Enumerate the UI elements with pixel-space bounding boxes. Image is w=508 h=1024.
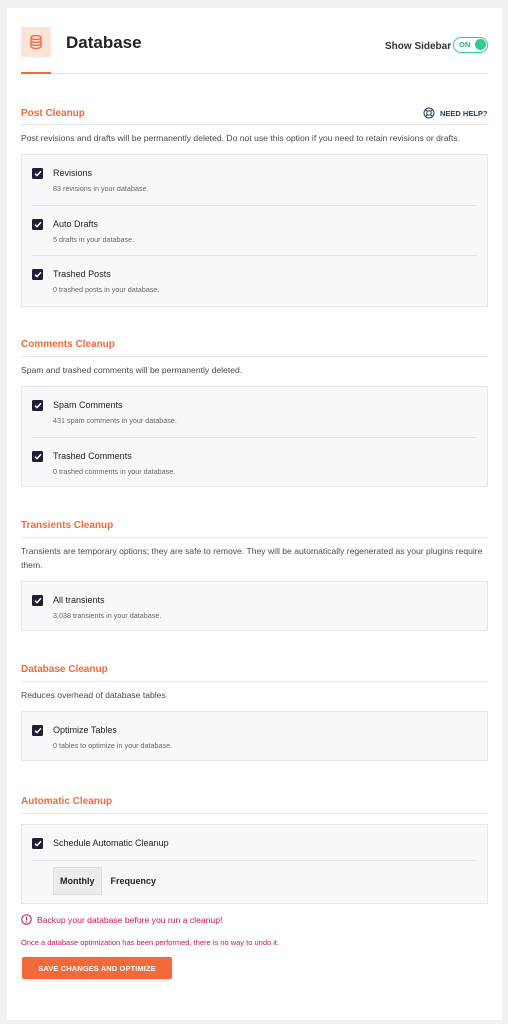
option-spam-comments: Spam Comments 431 spam comments in your … (32, 387, 477, 437)
section-description: Transients are temporary options; they a… (21, 546, 483, 570)
need-help-link[interactable]: NEED HELP? (423, 107, 488, 119)
all-transients-checkbox[interactable] (32, 595, 43, 606)
warning-text: Backup your database before you run a cl… (37, 914, 223, 925)
lifebuoy-icon (423, 107, 435, 119)
option-schedule-automatic-cleanup: Schedule Automatic Cleanup (32, 825, 477, 861)
option-count: 83 revisions in your database. (53, 184, 149, 193)
option-optimize-tables: Optimize Tables 0 tables to optimize in … (32, 712, 477, 760)
section-divider (21, 356, 488, 357)
show-sidebar-label: Show Sidebar (385, 41, 452, 52)
database-icon (21, 27, 51, 57)
section-divider (21, 124, 488, 125)
option-count: 0 tables to optimize in your database. (53, 741, 173, 750)
option-count: 0 trashed posts in your database. (53, 285, 160, 294)
option-all-transients: All transients 3,038 transients in your … (32, 582, 477, 630)
option-label: Revisions (53, 168, 93, 178)
page-title: Database (66, 33, 142, 52)
toggle-state-text: ON (459, 40, 471, 49)
option-auto-drafts: Auto Drafts 5 drafts in your database. (32, 205, 477, 255)
trashed-posts-checkbox[interactable] (32, 269, 43, 280)
header-divider (21, 73, 488, 74)
option-label: Schedule Automatic Cleanup (53, 838, 169, 848)
optimize-tables-checkbox[interactable] (32, 725, 43, 736)
auto-drafts-checkbox[interactable] (32, 219, 43, 230)
option-label: Trashed Comments (53, 451, 132, 461)
section-title-database-cleanup: Database Cleanup (21, 664, 108, 675)
option-label: Spam Comments (53, 400, 123, 410)
option-count: 3,038 transients in your database. (53, 611, 162, 620)
section-title-transients-cleanup: Transients Cleanup (21, 520, 114, 531)
frequency-label: Frequency (110, 876, 157, 886)
header-accent-line (21, 72, 51, 74)
backup-warning: Backup your database before you run a cl… (21, 914, 222, 925)
automatic-cleanup-options: Schedule Automatic Cleanup Monthly Frequ… (21, 824, 488, 904)
spam-comments-checkbox[interactable] (32, 400, 43, 411)
toggle-knob (475, 39, 486, 50)
frequency-control: Monthly Frequency (53, 867, 156, 895)
section-divider (21, 813, 488, 814)
section-title-comments-cleanup: Comments Cleanup (21, 339, 115, 350)
database-cleanup-options: Optimize Tables 0 tables to optimize in … (21, 711, 488, 761)
option-count: 0 trashed comments in your database. (53, 467, 176, 476)
section-divider (21, 681, 488, 682)
section-description: Post revisions and drafts will be perman… (21, 133, 460, 143)
section-divider (21, 537, 488, 538)
option-count: 431 spam comments in your database. (53, 416, 177, 425)
show-sidebar-toggle[interactable]: ON (453, 37, 488, 53)
comments-cleanup-options: Spam Comments 431 spam comments in your … (21, 386, 488, 487)
post-cleanup-options: Revisions 83 revisions in your database.… (21, 154, 488, 307)
trashed-comments-checkbox[interactable] (32, 451, 43, 462)
settings-panel: Database Show Sidebar ON Post Cleanup NE… (7, 8, 502, 1020)
section-title-automatic-cleanup: Automatic Cleanup (21, 796, 113, 807)
section-title-post-cleanup: Post Cleanup (21, 108, 85, 119)
option-revisions: Revisions 83 revisions in your database. (32, 155, 477, 205)
undo-note: Once a database optimization has been pe… (21, 938, 280, 947)
option-label: Auto Drafts (53, 219, 99, 229)
schedule-cleanup-checkbox[interactable] (32, 838, 43, 849)
transients-cleanup-options: All transients 3,038 transients in your … (21, 581, 488, 631)
option-count: 5 drafts in your database. (53, 235, 135, 244)
option-label: Optimize Tables (53, 725, 117, 735)
revisions-checkbox[interactable] (32, 168, 43, 179)
save-and-optimize-button[interactable]: SAVE CHANGES AND OPTIMIZE (22, 957, 172, 979)
need-help-label: NEED HELP? (440, 108, 488, 118)
section-description: Spam and trashed comments will be perman… (21, 365, 243, 375)
alert-circle-icon (21, 914, 32, 925)
page-header: Database Show Sidebar ON (7, 8, 502, 74)
option-label: Trashed Posts (53, 269, 111, 279)
option-trashed-comments: Trashed Comments 0 trashed comments in y… (32, 437, 477, 486)
option-trashed-posts: Trashed Posts 0 trashed posts in your da… (32, 255, 477, 306)
section-description: Reduces overhead of database tables (21, 690, 166, 700)
frequency-select[interactable]: Monthly (53, 867, 102, 895)
option-label: All transients (53, 595, 105, 605)
